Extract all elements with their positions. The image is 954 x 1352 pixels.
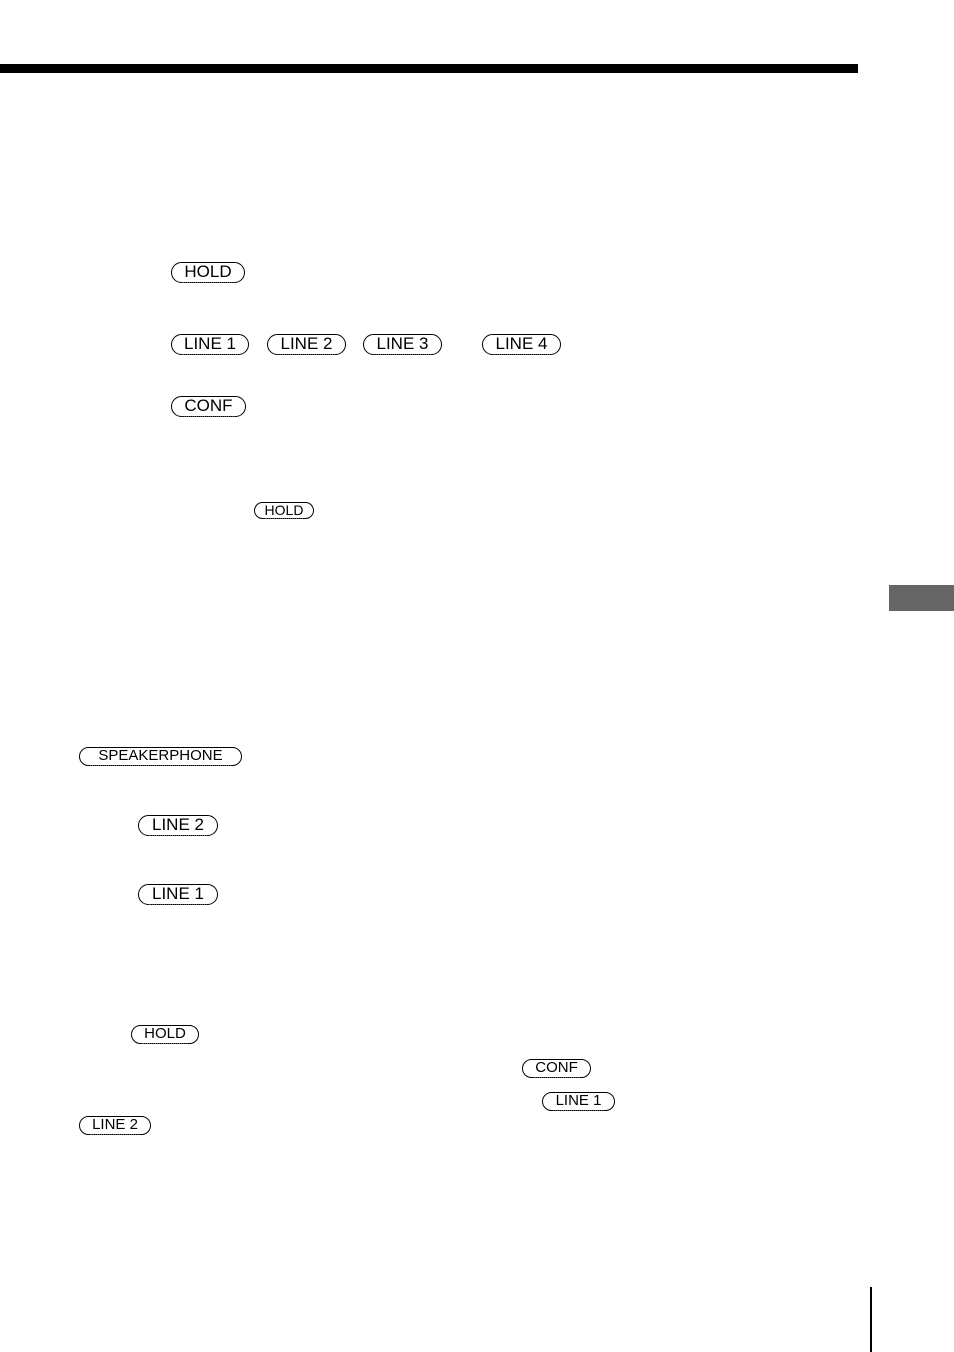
hold-key-label: HOLD — [171, 262, 245, 283]
line2-key-label: LINE 2 — [79, 1116, 151, 1135]
line3-key-label: LINE 3 — [363, 334, 442, 355]
header-rule — [0, 64, 858, 73]
line1-key-label: LINE 1 — [171, 334, 249, 355]
hold-key-label: HOLD — [254, 502, 314, 519]
line1-key-label: LINE 1 — [542, 1092, 615, 1111]
hold-key-label: HOLD — [131, 1025, 199, 1044]
conf-key-label: CONF — [171, 396, 246, 417]
line1-key-label: LINE 1 — [138, 884, 218, 905]
conf-key-label: CONF — [522, 1059, 591, 1078]
line2-key-label: LINE 2 — [267, 334, 346, 355]
page-margin-rule — [870, 1287, 872, 1352]
section-index-tab — [889, 585, 954, 611]
line2-key-label: LINE 2 — [138, 815, 218, 836]
speakerphone-key-label: SPEAKERPHONE — [79, 747, 242, 766]
line4-key-label: LINE 4 — [482, 334, 561, 355]
